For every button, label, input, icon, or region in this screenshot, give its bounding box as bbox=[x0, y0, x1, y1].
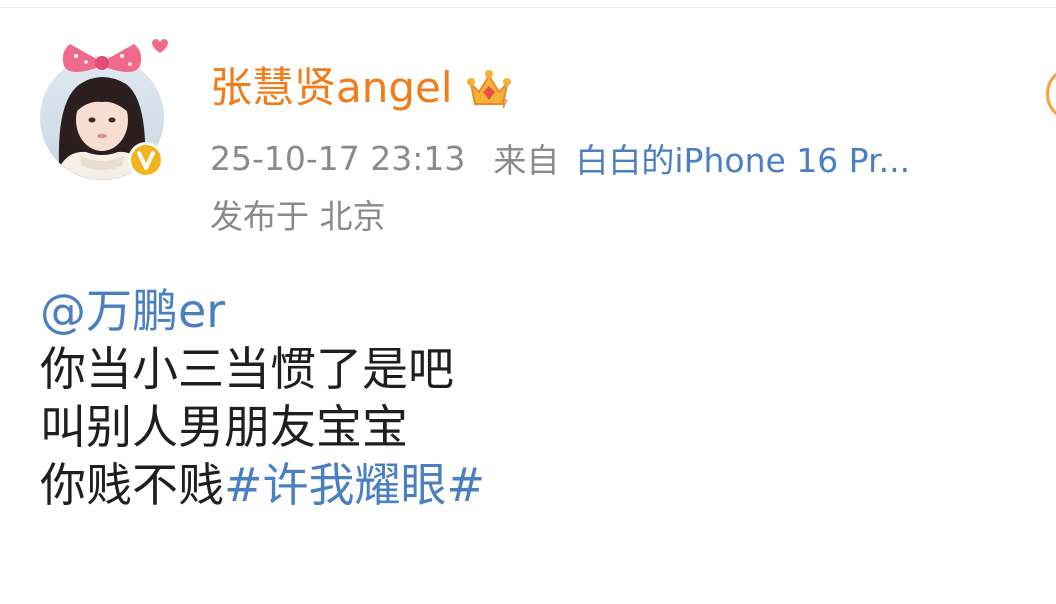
mention-link[interactable]: @万鹏er bbox=[40, 284, 225, 338]
crown-icon[interactable]: 7 bbox=[465, 64, 513, 112]
author-avatar[interactable] bbox=[40, 32, 180, 182]
content-line-2: 你当小三当惯了是吧 bbox=[40, 342, 454, 396]
bow-icon bbox=[62, 44, 142, 72]
content-line-3: 叫别人男朋友宝宝 bbox=[40, 400, 408, 454]
post-location: 发布于 北京 bbox=[210, 197, 386, 236]
from-label: 来自 bbox=[493, 141, 560, 180]
post-timestamp: 25-10-17 23:13 bbox=[210, 138, 466, 178]
content-line-1: @万鹏er bbox=[40, 282, 1020, 340]
v-badge-icon bbox=[128, 142, 164, 178]
content-line-4-text: 你贱不贱 bbox=[40, 458, 224, 512]
post-meta: 25-10-17 23:13 来自 白白的iPhone 16 Pr... bbox=[210, 134, 910, 182]
author-name[interactable]: 张慧贤angel bbox=[210, 67, 453, 109]
svg-text:7: 7 bbox=[501, 97, 508, 111]
author-name-row: 张慧贤angel 7 bbox=[210, 60, 513, 116]
hashtag-link[interactable]: #许我耀眼# bbox=[224, 458, 485, 512]
follow-button[interactable] bbox=[1046, 66, 1056, 122]
content-line-4: 你贱不贱#许我耀眼# bbox=[40, 456, 1020, 514]
device-link[interactable]: 白白的iPhone 16 Pr... bbox=[575, 134, 910, 182]
top-divider bbox=[0, 7, 1056, 8]
post-content: @万鹏er 你当小三当惯了是吧 叫别人男朋友宝宝 你贱不贱#许我耀眼# bbox=[40, 282, 1020, 514]
